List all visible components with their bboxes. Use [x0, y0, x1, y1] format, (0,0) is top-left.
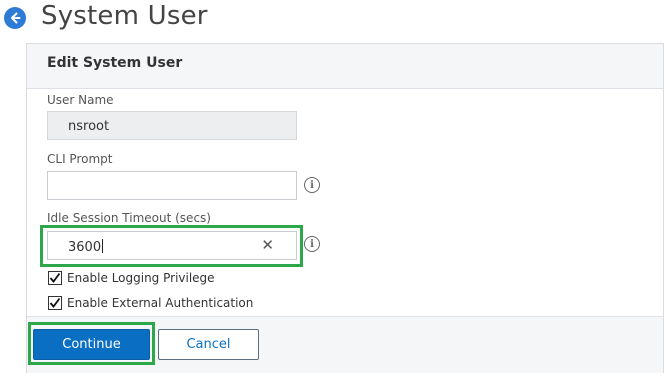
continue-button[interactable]: Continue	[33, 329, 150, 360]
logging-privilege-checkbox[interactable]	[48, 271, 62, 285]
external-auth-label: Enable External Authentication	[67, 296, 254, 310]
username-label: User Name	[47, 93, 114, 107]
clear-icon[interactable]: ✕	[261, 236, 274, 254]
checkmark-icon	[49, 297, 61, 308]
external-auth-checkbox[interactable]	[48, 296, 62, 310]
cli-prompt-label: CLI Prompt	[47, 152, 113, 166]
idle-timeout-label: Idle Session Timeout (secs)	[47, 211, 211, 225]
username-value: nsroot	[68, 119, 110, 134]
idle-timeout-info-icon[interactable]: i	[304, 236, 320, 252]
cli-prompt-input[interactable]	[47, 171, 297, 200]
back-button[interactable]	[4, 7, 26, 29]
cancel-button[interactable]: Cancel	[158, 329, 259, 360]
logging-privilege-label: Enable Logging Privilege	[67, 271, 215, 285]
cli-prompt-info-icon[interactable]: i	[304, 177, 320, 193]
header: System User	[0, 0, 671, 40]
idle-timeout-input[interactable]: 3600 ✕	[47, 231, 297, 260]
idle-timeout-value: 3600	[68, 240, 102, 255]
panel-title: Edit System User	[47, 55, 183, 71]
arrow-left-icon	[11, 12, 21, 24]
checkmark-icon	[49, 272, 61, 283]
username-field: nsroot	[47, 111, 297, 140]
page-title: System User	[41, 1, 208, 31]
text-cursor	[102, 239, 104, 253]
panel-header: Edit System User	[27, 44, 663, 89]
